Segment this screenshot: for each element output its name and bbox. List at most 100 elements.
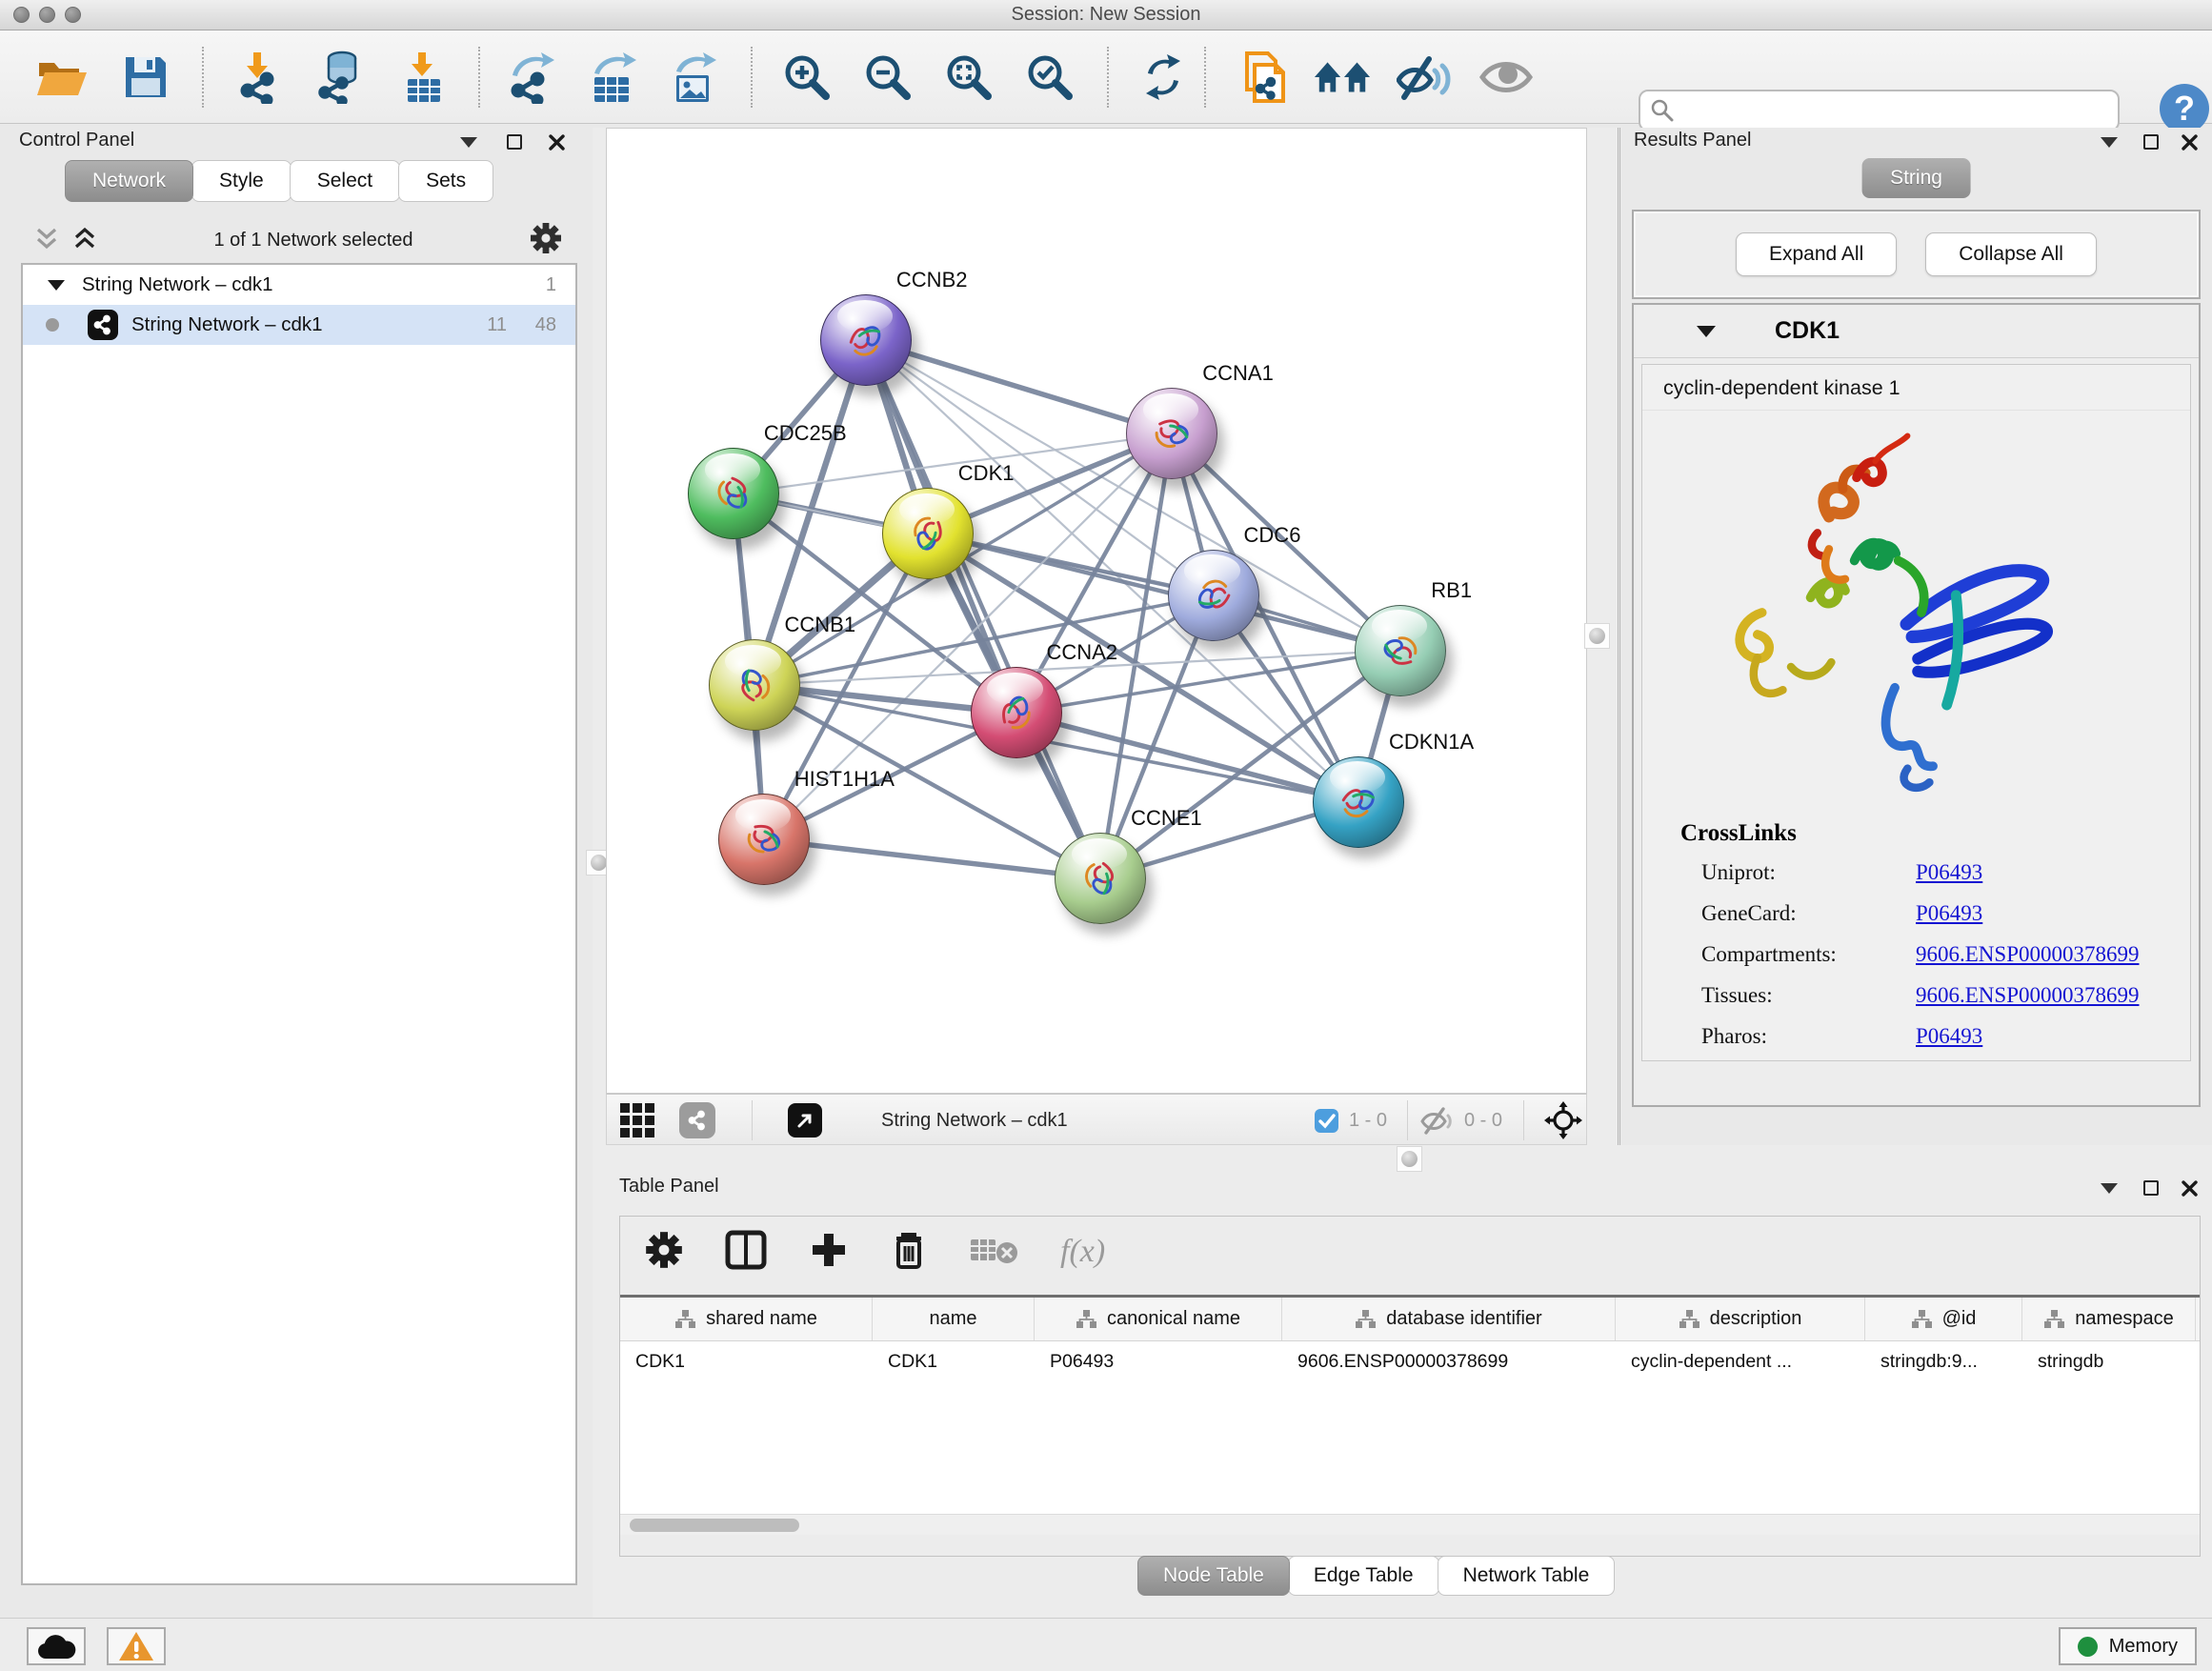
horizontal-splitter[interactable]	[606, 1145, 2212, 1174]
panel-close-icon[interactable]	[2178, 1178, 2201, 1198]
column-header[interactable]: description	[1616, 1298, 1865, 1340]
table-cell[interactable]: CDK1	[873, 1341, 1035, 1381]
network-node-CDC25B[interactable]	[688, 448, 779, 539]
column-header[interactable]: name	[873, 1298, 1035, 1340]
save-session-button[interactable]	[116, 47, 175, 108]
create-column-button[interactable]	[809, 1230, 849, 1275]
column-header[interactable]: database identifier	[1282, 1298, 1616, 1340]
refresh-button[interactable]	[1134, 47, 1193, 108]
tab-style[interactable]: Style	[191, 160, 292, 202]
network-edge[interactable]	[764, 839, 1100, 878]
delete-columns-button[interactable]	[891, 1229, 927, 1276]
network-options-gear-icon[interactable]	[530, 222, 562, 259]
hidden-eye-icon[interactable]	[1420, 1106, 1455, 1135]
column-header[interactable]: shared name	[620, 1298, 873, 1340]
string-view-button[interactable]	[679, 1101, 715, 1139]
function-builder-button[interactable]: f(x)	[1060, 1234, 1105, 1270]
export-table-button[interactable]	[583, 47, 642, 108]
table-cell[interactable]: cyclin-dependent ...	[1616, 1341, 1865, 1381]
panel-collapse-icon[interactable]	[2098, 132, 2121, 151]
table-options-gear-button[interactable]	[645, 1231, 683, 1274]
network-node-HIST1H1A[interactable]	[718, 794, 810, 885]
network-edge[interactable]	[866, 340, 1100, 878]
panel-collapse-icon[interactable]	[457, 132, 480, 151]
warning-button[interactable]	[107, 1627, 166, 1665]
table-cell[interactable]: P06493	[1035, 1341, 1282, 1381]
section-caret-icon[interactable]	[1697, 326, 1716, 337]
memory-button[interactable]: Memory	[2059, 1627, 2197, 1665]
network-edge[interactable]	[928, 534, 1400, 651]
network-node-CCNB2[interactable]	[820, 294, 912, 386]
tab-node-table[interactable]: Node Table	[1137, 1556, 1290, 1596]
network-node-CCNA1[interactable]	[1126, 388, 1217, 479]
crosslink-link[interactable]: P06493	[1916, 860, 1982, 885]
column-header[interactable]: namespace	[2022, 1298, 2196, 1340]
table-cell[interactable]: 9606.ENSP00000378699	[1282, 1341, 1616, 1381]
network-node-CDC6[interactable]	[1168, 550, 1259, 641]
table-cell[interactable]: stringdb:9...	[1865, 1341, 2022, 1381]
table-row[interactable]: CDK1CDK1P064939606.ENSP00000378699cyclin…	[620, 1341, 2200, 1381]
protein-section-header[interactable]: CDK1	[1634, 305, 2199, 358]
expand-all-icon[interactable]	[72, 224, 97, 257]
network-edge[interactable]	[866, 340, 1172, 433]
crosslink-link[interactable]: P06493	[1916, 1024, 1982, 1049]
export-view-button[interactable]	[788, 1101, 822, 1139]
tab-network[interactable]: Network	[65, 160, 193, 202]
zoom-out-button[interactable]	[858, 47, 917, 108]
network-collection-row[interactable]: String Network – cdk1 1	[23, 265, 575, 305]
panel-float-icon[interactable]	[2140, 1178, 2162, 1198]
expand-all-button[interactable]: Expand All	[1736, 232, 1897, 276]
panel-float-icon[interactable]	[503, 132, 526, 151]
panel-float-icon[interactable]	[2140, 132, 2162, 151]
import-network-button[interactable]	[229, 47, 288, 108]
pan-crosshair-button[interactable]	[1544, 1101, 1582, 1139]
crosslink-link[interactable]: 9606.ENSP00000378699	[1916, 983, 2140, 1008]
splitter-handle[interactable]	[1584, 623, 1610, 649]
panel-close-icon[interactable]	[545, 132, 568, 151]
tab-network-table[interactable]: Network Table	[1438, 1556, 1616, 1596]
first-neighbors-button[interactable]	[1313, 47, 1372, 108]
tab-string[interactable]: String	[1861, 158, 1971, 198]
table-cell[interactable]: CDK1	[620, 1341, 873, 1381]
collapse-all-icon[interactable]	[34, 224, 59, 257]
network-node-RB1[interactable]	[1355, 605, 1446, 696]
table-cell[interactable]: stringdb	[2022, 1341, 2196, 1381]
show-columns-button[interactable]	[725, 1230, 767, 1275]
panel-close-icon[interactable]	[2178, 132, 2201, 151]
zoom-fit-button[interactable]	[939, 47, 998, 108]
tab-select[interactable]: Select	[290, 160, 400, 202]
network-node-CDK1[interactable]	[882, 488, 974, 579]
network-node-CCNA2[interactable]	[971, 667, 1062, 758]
hide-selected-button[interactable]	[1395, 47, 1454, 108]
splitter-handle[interactable]	[1397, 1146, 1422, 1172]
export-image-button[interactable]	[663, 47, 722, 108]
export-network-button[interactable]	[501, 47, 560, 108]
zoom-selected-button[interactable]	[1020, 47, 1079, 108]
column-header[interactable]: @id	[1865, 1298, 2022, 1340]
selected-checkbox-icon[interactable]	[1314, 1108, 1339, 1134]
network-node-CCNE1[interactable]	[1055, 833, 1146, 924]
cloud-button[interactable]	[27, 1627, 86, 1665]
tab-sets[interactable]: Sets	[398, 160, 493, 202]
crosslink-link[interactable]: 9606.ENSP00000378699	[1916, 942, 2140, 967]
network-canvas[interactable]: CCNB2CCNA1CDC25BCDK1CDC6RB1CCNB1CCNA2CDK…	[606, 128, 1587, 1094]
panel-collapse-icon[interactable]	[2098, 1178, 2121, 1198]
import-database-button[interactable]	[311, 47, 370, 108]
duplicate-network-button[interactable]	[1235, 47, 1294, 108]
network-node-CDKN1A[interactable]	[1313, 756, 1404, 848]
network-node-CCNB1[interactable]	[709, 639, 800, 731]
import-table-button[interactable]	[394, 47, 453, 108]
tab-edge-table[interactable]: Edge Table	[1288, 1556, 1439, 1596]
vertical-splitter-left[interactable]	[593, 128, 606, 1618]
crosslink-link[interactable]: P06493	[1916, 901, 1982, 926]
h-scrollbar[interactable]	[620, 1514, 2200, 1535]
zoom-in-button[interactable]	[777, 47, 836, 108]
vertical-splitter-right[interactable]	[1587, 128, 1618, 1145]
h-scrollbar-thumb[interactable]	[630, 1519, 799, 1532]
delete-table-button[interactable]	[969, 1234, 1018, 1271]
birdseye-view-button[interactable]	[620, 1101, 654, 1139]
network-row[interactable]: String Network – cdk1 11 48	[23, 305, 575, 345]
column-header[interactable]: canonical name	[1035, 1298, 1282, 1340]
search-input[interactable]	[1639, 90, 2120, 131]
collapse-all-button[interactable]: Collapse All	[1925, 232, 2097, 276]
